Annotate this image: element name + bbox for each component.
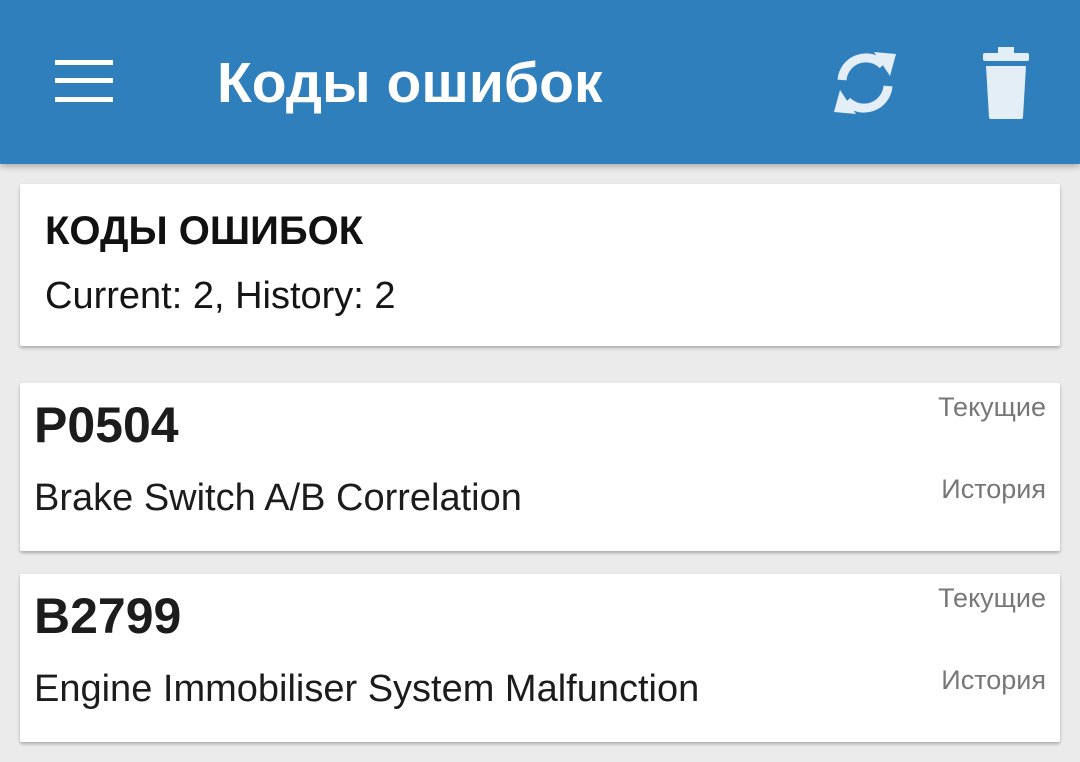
refresh-icon (834, 52, 896, 114)
summary-title: КОДЫ ОШИБОК (45, 209, 364, 253)
summary-counts: Current: 2, History: 2 (45, 275, 396, 317)
summary-card: КОДЫ ОШИБОК Current: 2, History: 2 (20, 184, 1060, 346)
page-title: Коды ошибок (217, 51, 603, 115)
status-history-label: История (941, 665, 1046, 695)
error-description: Engine Immobiliser System Malfunction (34, 668, 700, 710)
error-code-card[interactable]: P0504 Текущие Brake Switch A/B Correlati… (20, 383, 1060, 551)
menu-button[interactable] (44, 46, 124, 116)
error-code: B2799 (34, 588, 182, 644)
status-history-label: История (941, 474, 1046, 504)
trash-icon (983, 47, 1029, 119)
delete-button[interactable] (966, 40, 1046, 126)
error-code: P0504 (34, 397, 179, 453)
error-code-card[interactable]: B2799 Текущие Engine Immobiliser System … (20, 574, 1060, 742)
app-bar: Коды ошибок (0, 0, 1080, 164)
status-current-label: Текущие (938, 583, 1046, 613)
refresh-button[interactable] (822, 40, 908, 126)
error-description: Brake Switch A/B Correlation (34, 477, 522, 519)
menu-icon (55, 60, 113, 102)
status-current-label: Текущие (938, 392, 1046, 422)
